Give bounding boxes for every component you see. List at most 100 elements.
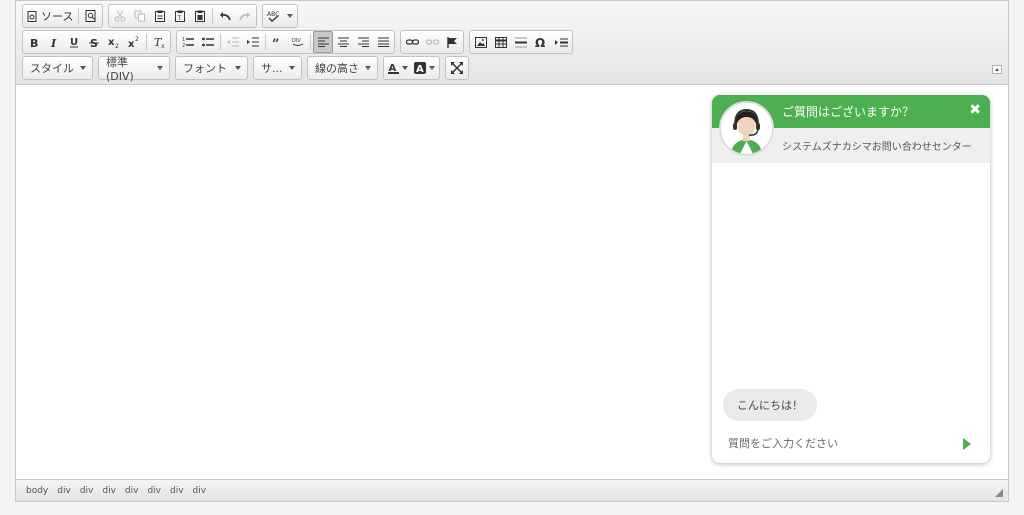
svg-text:A: A: [416, 64, 424, 74]
toolbar-row-3: スタイル 標準 (DIV) フォント サ... 線の高さ A A: [22, 56, 469, 83]
unlink-button[interactable]: [422, 31, 442, 53]
subscript-icon: x2: [108, 37, 119, 48]
special-char-button[interactable]: Ω: [531, 31, 551, 53]
strike-button[interactable]: S: [84, 31, 104, 53]
path-item-div[interactable]: div: [57, 486, 71, 496]
link-button[interactable]: [402, 31, 422, 53]
align-right-icon: [357, 37, 369, 47]
horizontal-rule-icon: [515, 37, 527, 47]
align-center-button[interactable]: [333, 31, 353, 53]
background-color-icon: A: [414, 62, 426, 74]
chevron-down-icon: [289, 66, 295, 70]
text-color-button[interactable]: A: [385, 57, 411, 79]
size-combo-label: サ...: [261, 62, 283, 75]
outdent-icon: [227, 37, 239, 47]
toolbar-group-document: ソース: [22, 4, 104, 28]
format-combo[interactable]: 標準 (DIV): [98, 56, 170, 83]
styles-combo-label: スタイル: [30, 62, 74, 75]
source-button[interactable]: ソース: [24, 5, 76, 27]
horizontal-rule-button[interactable]: [511, 31, 531, 53]
image-button[interactable]: [471, 31, 491, 53]
path-item-div[interactable]: div: [80, 486, 94, 496]
paste-icon: [155, 10, 166, 22]
table-button[interactable]: [491, 31, 511, 53]
path-item-div[interactable]: div: [125, 486, 139, 496]
source-label: ソース: [41, 10, 74, 23]
preview-button[interactable]: [81, 5, 101, 27]
paste-word-button[interactable]: [190, 5, 210, 27]
toolbar-group-clipboard: T: [108, 4, 258, 28]
styles-combo[interactable]: スタイル: [22, 56, 93, 80]
strike-icon: S: [89, 37, 99, 48]
resize-handle-icon[interactable]: [995, 489, 1003, 497]
chevron-down-icon: [157, 66, 163, 70]
svg-text:U: U: [70, 37, 78, 48]
cut-button[interactable]: [110, 5, 130, 27]
toolbar-separator: [310, 34, 311, 50]
chevron-down-icon: [365, 66, 371, 70]
preview-icon: [85, 10, 96, 22]
paste-text-button[interactable]: T: [170, 5, 190, 27]
paste-button[interactable]: [150, 5, 170, 27]
close-icon[interactable]: ✖: [969, 102, 981, 118]
superscript-button[interactable]: x2: [124, 31, 144, 53]
numbered-list-button[interactable]: 12: [178, 31, 198, 53]
anchor-button[interactable]: [442, 31, 462, 53]
bulleted-list-button[interactable]: [198, 31, 218, 53]
numbered-list-icon: 12: [182, 37, 194, 48]
path-item-div[interactable]: div: [147, 486, 161, 496]
subscript-button[interactable]: x2: [104, 31, 124, 53]
justify-button[interactable]: [373, 31, 393, 53]
svg-text:I: I: [50, 37, 57, 48]
chat-message-text: こんにちは！: [737, 399, 803, 412]
path-item-div[interactable]: div: [193, 486, 207, 496]
italic-button[interactable]: I: [44, 31, 64, 53]
toolbar-group-colors: A A: [383, 56, 440, 80]
align-right-button[interactable]: [353, 31, 373, 53]
toolbar-group-basic-styles: B I U S x2 x2 Tx: [22, 30, 171, 54]
spellcheck-button[interactable]: ABC: [264, 5, 296, 27]
outdent-button[interactable]: [223, 31, 243, 53]
undo-button[interactable]: [215, 5, 235, 27]
svg-text:”: ”: [272, 37, 279, 48]
bold-icon: B: [30, 37, 38, 48]
toolbar-collapse-button[interactable]: [992, 65, 1002, 74]
send-icon[interactable]: [963, 438, 971, 450]
svg-text:x: x: [161, 43, 165, 48]
paste-text-icon: T: [175, 10, 186, 22]
cut-icon: [114, 10, 126, 22]
copy-button[interactable]: [130, 5, 150, 27]
bulleted-list-icon: [202, 37, 214, 47]
redo-button[interactable]: [235, 5, 255, 27]
svg-text:x: x: [128, 39, 135, 48]
svg-text:2: 2: [115, 43, 119, 48]
path-item-div[interactable]: div: [102, 486, 116, 496]
underline-button[interactable]: U: [64, 31, 84, 53]
blockquote-icon: ”: [272, 37, 279, 48]
div-button[interactable]: DIV: [288, 31, 308, 53]
svg-text:2: 2: [182, 43, 185, 48]
font-combo[interactable]: フォント: [175, 56, 248, 80]
toolbar-separator: [78, 8, 80, 24]
path-item-body[interactable]: body: [26, 486, 48, 496]
chat-message-greeting: こんにちは！: [723, 389, 817, 421]
indent-button[interactable]: [243, 31, 263, 53]
text-color-icon: A: [388, 63, 399, 74]
toolbar-group-links: [400, 30, 464, 54]
blockquote-button[interactable]: ”: [268, 31, 288, 53]
chat-message-input[interactable]: [728, 434, 948, 452]
bold-button[interactable]: B: [24, 31, 44, 53]
chat-subtitle: システムズナカシマお問い合わせセンター: [782, 142, 972, 153]
page-break-icon: [554, 38, 568, 46]
background-color-button[interactable]: A: [411, 57, 438, 79]
chevron-down-icon: [402, 66, 408, 70]
size-combo[interactable]: サ...: [253, 56, 302, 80]
underline-icon: U: [70, 37, 78, 48]
path-item-div[interactable]: div: [170, 486, 184, 496]
line-height-combo[interactable]: 線の高さ: [307, 56, 378, 80]
maximize-button[interactable]: [447, 57, 467, 79]
align-left-button[interactable]: [313, 31, 333, 53]
remove-format-button[interactable]: Tx: [149, 31, 169, 53]
page-break-button[interactable]: [551, 31, 571, 53]
table-icon: [495, 36, 507, 48]
